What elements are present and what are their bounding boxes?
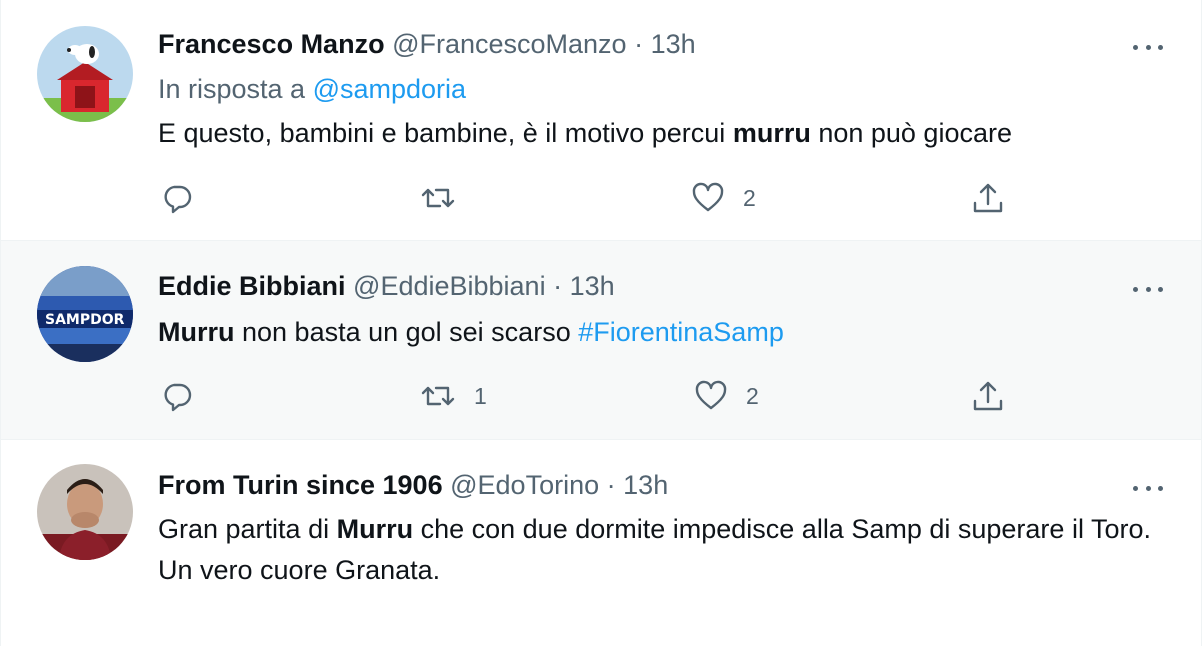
like-count: 2 bbox=[746, 382, 759, 409]
tweet-header: Eddie Bibbiani @EddieBibbiani · 13h bbox=[158, 269, 1141, 303]
author-handle[interactable]: @EddieBibbiani bbox=[353, 271, 546, 301]
avatar[interactable] bbox=[37, 26, 133, 122]
tweet-feed: Francesco Manzo @FrancescoManzo · 13h In… bbox=[0, 0, 1202, 646]
like-count: 2 bbox=[743, 184, 756, 211]
tweet[interactable]: From Turin since 1906 @EdoTorino · 13h G… bbox=[0, 440, 1202, 646]
share-icon bbox=[973, 183, 1003, 213]
tweet-header: Francesco Manzo @FrancescoManzo · 13h bbox=[158, 27, 1141, 61]
tweet[interactable]: SAMPDOR Eddie Bibbiani @EddieBibbiani · … bbox=[0, 241, 1202, 440]
reply-icon bbox=[164, 383, 192, 412]
retweet-icon bbox=[421, 386, 455, 406]
share-button[interactable] bbox=[971, 178, 1005, 218]
retweet-button[interactable] bbox=[420, 178, 474, 218]
author-name[interactable]: Eddie Bibbiani bbox=[158, 271, 346, 301]
reply-prefix: In risposta a bbox=[158, 74, 306, 104]
retweet-button[interactable]: 1 bbox=[420, 376, 487, 416]
tweet-text: Murru non basta un gol sei scarso #Fiore… bbox=[158, 312, 1171, 353]
avatar[interactable]: SAMPDOR bbox=[37, 266, 133, 362]
hashtag-link[interactable]: #FiorentinaSamp bbox=[578, 317, 784, 347]
tweet[interactable]: Francesco Manzo @FrancescoManzo · 13h In… bbox=[0, 0, 1202, 241]
more-icon[interactable] bbox=[1133, 284, 1163, 294]
separator: · bbox=[606, 470, 616, 500]
reply-button[interactable] bbox=[161, 376, 193, 416]
text-bold: Murru bbox=[158, 317, 235, 347]
text-segment: E questo, bambini e bambine, è il motivo… bbox=[158, 118, 733, 148]
mention-link[interactable]: @sampdoria bbox=[313, 74, 466, 104]
like-button[interactable]: 2 bbox=[691, 178, 756, 218]
tweet-header: From Turin since 1906 @EdoTorino · 13h bbox=[158, 468, 1141, 502]
share-button[interactable] bbox=[971, 376, 1005, 416]
timestamp[interactable]: 13h bbox=[623, 470, 668, 500]
text-segment: non basta un gol sei scarso bbox=[234, 317, 579, 347]
reply-button[interactable] bbox=[161, 178, 193, 218]
like-button[interactable]: 2 bbox=[694, 376, 759, 416]
text-bold: Murru bbox=[336, 514, 414, 544]
more-icon[interactable] bbox=[1133, 483, 1163, 493]
share-icon bbox=[973, 381, 1003, 411]
like-icon bbox=[695, 380, 727, 410]
reply-context: In risposta a @sampdoria bbox=[158, 72, 466, 106]
action-bar: 1 2 bbox=[1, 376, 1202, 416]
text-segment: non può giocare bbox=[810, 118, 1012, 148]
author-handle[interactable]: @FrancescoManzo bbox=[392, 29, 627, 59]
tweet-text: Gran partita di Murru che con due dormit… bbox=[158, 509, 1169, 591]
action-bar: 2 bbox=[1, 178, 1202, 218]
author-name[interactable]: From Turin since 1906 bbox=[158, 470, 443, 500]
author-handle[interactable]: @EdoTorino bbox=[450, 470, 599, 500]
text-segment: che con due dormite impedisce alla Samp … bbox=[413, 514, 1151, 544]
timestamp[interactable]: 13h bbox=[651, 29, 696, 59]
separator: · bbox=[553, 271, 563, 301]
tweet-text: E questo, bambini e bambine, è il motivo… bbox=[158, 113, 1171, 154]
retweet-count: 1 bbox=[474, 382, 487, 409]
svg-text:SAMPDOR: SAMPDOR bbox=[45, 312, 125, 328]
retweet-icon bbox=[421, 188, 455, 208]
reply-icon bbox=[164, 185, 192, 214]
timestamp[interactable]: 13h bbox=[570, 271, 615, 301]
more-icon[interactable] bbox=[1133, 42, 1163, 52]
avatar[interactable] bbox=[37, 464, 133, 560]
text-bold: murru bbox=[732, 118, 811, 148]
tweet-paragraph: Gran partita di Murru che con due dormit… bbox=[158, 509, 1169, 550]
text-segment: Gran partita di bbox=[158, 514, 337, 544]
tweet-paragraph: Un vero cuore Granata. bbox=[158, 555, 441, 585]
separator: · bbox=[634, 29, 644, 59]
like-icon bbox=[692, 182, 724, 212]
author-name[interactable]: Francesco Manzo bbox=[158, 29, 385, 59]
